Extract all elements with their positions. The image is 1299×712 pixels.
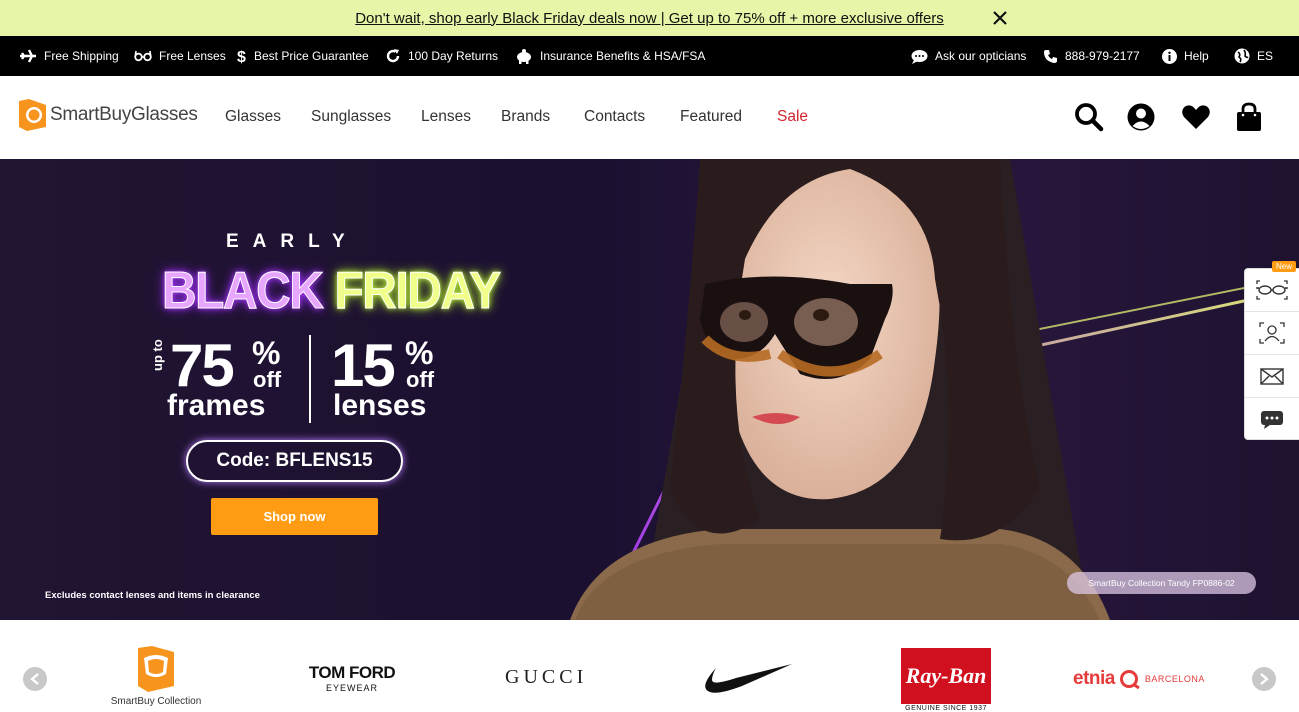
glasses-icon [134, 50, 152, 62]
usp-label: Help [1184, 49, 1209, 63]
usp-label: Free Shipping [44, 49, 119, 63]
usp-label: 100 Day Returns [408, 49, 499, 63]
hero-banner[interactable]: EARLY BLACK FRIDAY up to 75 % off frames… [0, 159, 1299, 620]
envelope-icon [1260, 367, 1284, 385]
brand-wordmark: TOM FORD [308, 663, 396, 682]
virtual-try-on-tool[interactable] [1245, 269, 1299, 312]
usp-bar: Free Shipping Free Lenses $ Best Price G… [0, 36, 1299, 76]
usp-best-price[interactable]: $ Best Price Guarantee [237, 36, 369, 76]
brand-nike[interactable] [702, 662, 792, 701]
chevron-left-icon [30, 673, 39, 685]
phone-icon [1044, 49, 1057, 63]
face-scan-tool[interactable] [1245, 312, 1299, 355]
usp-returns[interactable]: 100 Day Returns [385, 36, 498, 76]
up-to-label: up to [150, 339, 165, 371]
new-badge: New [1272, 261, 1297, 272]
usp-label: Free Lenses [159, 49, 226, 63]
brand-wordmark: etnia [1073, 668, 1115, 689]
side-toolbar: New [1244, 261, 1299, 441]
usp-label: Ask our opticians [935, 49, 1027, 63]
nav-sale[interactable]: Sale [777, 108, 808, 126]
email-tool[interactable] [1245, 355, 1299, 398]
usp-free-lenses[interactable]: Free Lenses [134, 36, 226, 76]
etnia-mark-icon [1119, 670, 1140, 689]
phone-number[interactable]: 888-979-2177 [1043, 36, 1140, 76]
chevron-right-icon [1260, 673, 1269, 685]
nav-sunglasses[interactable]: Sunglasses [311, 108, 391, 126]
close-icon[interactable] [990, 8, 1010, 28]
svg-text:$: $ [237, 49, 246, 64]
language-switch[interactable]: ES [1234, 36, 1273, 76]
usp-label: 888-979-2177 [1065, 49, 1140, 63]
face-scan-icon [1259, 322, 1285, 344]
usp-free-shipping[interactable]: Free Shipping [19, 36, 119, 76]
brand-subtitle: BARCELONA [1144, 674, 1205, 684]
cart-bag-icon[interactable] [1234, 102, 1264, 132]
carousel-next-button[interactable] [1252, 667, 1276, 691]
heart-icon[interactable] [1181, 102, 1211, 132]
brand-tom-ford[interactable]: TOM FORD EYEWEAR [306, 663, 398, 693]
chat-icon [911, 49, 928, 64]
site-header: SmartBuyGlasses Glasses Sunglasses Lense… [0, 76, 1299, 159]
glasses-frame-icon [1256, 280, 1288, 300]
chat-bubble-icon [1261, 410, 1283, 429]
smartbuy-logo-icon [138, 646, 174, 692]
promo-link[interactable]: Don't wait, shop early Black Friday deal… [355, 10, 944, 27]
brand-carousel: SmartBuy Collection TOM FORD EYEWEAR GUC… [0, 620, 1299, 712]
headline-friday: FRIDAY [334, 262, 502, 321]
brand-etnia-barcelona[interactable]: etnia BARCELONA [1073, 668, 1205, 690]
hero-early-text: EARLY [226, 231, 359, 252]
offer-divider [309, 335, 311, 423]
account-icon[interactable] [1126, 102, 1156, 132]
frames-label: frames [167, 389, 266, 422]
carousel-prev-button[interactable] [23, 667, 47, 691]
brand-wordmark: Ray-Ban [901, 648, 991, 704]
logo-icon [19, 99, 46, 131]
product-tag[interactable]: SmartBuy Collection Tandy FP0886-02 [1067, 572, 1256, 594]
nike-swoosh-icon [705, 664, 792, 693]
brand-subtitle: EYEWEAR [325, 683, 378, 693]
nav-contacts[interactable]: Contacts [584, 108, 645, 126]
promo-code: Code: BFLENS15 [186, 440, 403, 482]
dollar-icon: $ [237, 49, 246, 64]
nav-featured[interactable]: Featured [680, 108, 742, 126]
chat-tool[interactable] [1245, 398, 1299, 441]
plane-icon [20, 49, 36, 63]
usp-label: ES [1257, 49, 1274, 63]
site-logo[interactable]: SmartBuyGlasses [19, 99, 198, 131]
hero-headline: BLACK FRIDAY [162, 261, 502, 321]
brand-ray-ban[interactable]: Ray-Ban GENUINE SINCE 1937 [901, 648, 991, 712]
nav-brands[interactable]: Brands [501, 108, 550, 126]
lenses-label: lenses [333, 389, 427, 422]
promo-banner: Don't wait, shop early Black Friday deal… [0, 0, 1299, 36]
brand-subtitle: GENUINE SINCE 1937 [905, 705, 987, 712]
ask-opticians[interactable]: Ask our opticians [911, 36, 1026, 76]
brand-caption: SmartBuy Collection [110, 696, 202, 707]
search-icon[interactable] [1074, 102, 1104, 132]
help-link[interactable]: Help [1162, 36, 1209, 76]
nav-lenses[interactable]: Lenses [421, 108, 471, 126]
globe-icon [1234, 48, 1250, 64]
usp-label: Insurance Benefits & HSA/FSA [540, 49, 706, 63]
brand-smartbuy-collection[interactable]: SmartBuy Collection [110, 646, 202, 708]
brand-gucci[interactable]: GUCCI [505, 666, 587, 689]
piggy-bank-icon [517, 49, 531, 64]
shop-now-button[interactable]: Shop now [211, 498, 378, 535]
return-icon [386, 49, 400, 63]
hero-disclaimer: Excludes contact lenses and items in cle… [45, 590, 260, 601]
logo-text: SmartBuyGlasses [50, 104, 198, 125]
headline-black: BLACK [162, 262, 325, 321]
usp-insurance[interactable]: Insurance Benefits & HSA/FSA [515, 36, 705, 76]
nav-glasses[interactable]: Glasses [225, 108, 281, 126]
usp-label: Best Price Guarantee [254, 49, 369, 63]
info-icon [1162, 48, 1177, 64]
